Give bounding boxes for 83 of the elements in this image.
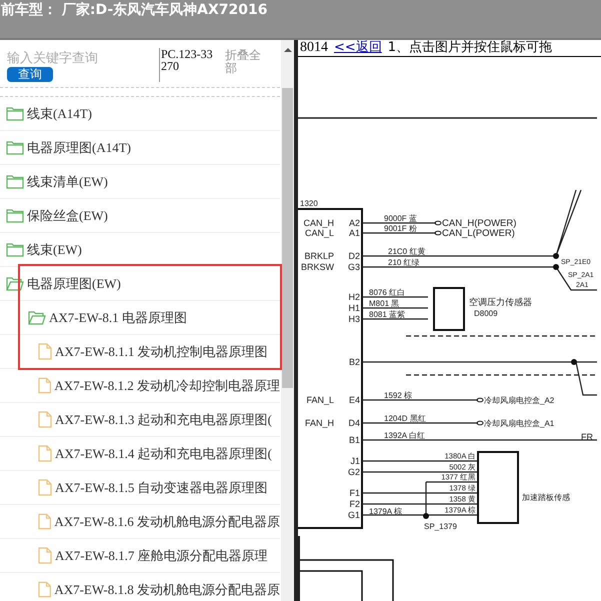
terminal-icon	[476, 420, 484, 426]
tree-item[interactable]: AX7-EW-8.1.8 发动机舱电源分配电器原	[0, 573, 280, 601]
back-link[interactable]: <<返回	[334, 40, 382, 56]
window-title: 前车型： 厂家:D-东风汽车风神AX72016	[0, 0, 268, 19]
diagram-label: 1392A 白红	[384, 431, 425, 440]
diagram-label: D8009	[474, 309, 498, 318]
wire-line	[362, 296, 428, 298]
diagram-label: 9001F 粉	[384, 224, 417, 233]
wire-line	[426, 481, 478, 483]
wire-line	[362, 307, 428, 309]
diagram-label: J1	[350, 456, 360, 466]
diagram-label: H2	[348, 292, 360, 302]
tree-item[interactable]: AX7-EW-8.1.2 发动机冷却控制电器原理	[0, 369, 280, 403]
diagram-label: 210 红绿	[388, 258, 420, 267]
diagram-label: 冷却风扇电控盒_A1	[484, 419, 554, 428]
diagram-label: G2	[348, 467, 360, 477]
tree-item[interactable]: AX7-EW-8.1.5 自动变速器电器原理图	[0, 471, 280, 505]
diagram-label: D4	[348, 418, 360, 428]
diagram-label: A2	[348, 218, 360, 228]
tree-item[interactable]: AX7-EW-8.1.7 座舱电源分配电器原理	[0, 539, 280, 573]
sensor-symbol	[433, 287, 465, 331]
diagram-label: CAN_L(POWER)	[442, 228, 515, 239]
diagram-label: B1	[348, 435, 360, 445]
diagram-label: 21C0 红黄	[388, 247, 426, 256]
diagram-label: 8076 红白	[369, 288, 406, 297]
document-icon	[38, 513, 52, 530]
diagram-label: F2	[349, 499, 360, 509]
diagram-label: 1592 棕	[384, 391, 412, 400]
diagram-label: 9000F 蓝	[384, 214, 417, 223]
diagram-label: 1320	[300, 199, 318, 208]
search-button[interactable]: 查询	[7, 67, 53, 82]
junction-dot	[571, 359, 577, 365]
tree-item[interactable]: AX7-EW-8.1 电器原理图	[0, 301, 280, 335]
diagram-label: BRKLP	[304, 251, 334, 261]
diagram-label: G3	[348, 262, 360, 272]
diagram-label: 1204D 黑红	[384, 414, 426, 423]
junction-dot	[553, 264, 559, 270]
diagram-label: 8081 蓝紫	[369, 310, 406, 319]
diagram-label: 空调压力传感器	[469, 297, 532, 307]
diagram-label: 冷却风扇电控盒_A2	[484, 396, 554, 405]
tree-item[interactable]: 线束(EW)	[0, 233, 280, 267]
tree-item[interactable]: AX7-EW-8.1.6 发动机舱电源分配电器原	[0, 505, 280, 539]
diagram-label: CAN_H	[303, 218, 334, 228]
drag-hint: 1、点击图片并按住鼠标可拖	[388, 40, 552, 56]
diagram-label: F1	[349, 488, 360, 498]
tree-item[interactable]: 电器原理图(A14T)	[0, 131, 280, 165]
scrollbar[interactable]	[281, 40, 294, 601]
diagram-label: A1	[348, 228, 360, 238]
diagram-label: SP_1379	[424, 522, 457, 531]
wire-line	[362, 318, 428, 320]
tree-item[interactable]: AX7-EW-8.1.4 起动和充电电器原理图(	[0, 437, 280, 471]
tree-item[interactable]: 保险丝盒(EW)	[0, 199, 280, 233]
tree-item[interactable]: AX7-EW-8.1.1 发动机控制电器原理图	[0, 335, 280, 369]
diagram-label: FAN_H	[304, 418, 334, 428]
diagram-label: CAN_H(POWER)	[442, 218, 516, 229]
tree-item[interactable]: AX7-EW-8.1.3 起动和充电电器原理图(	[0, 403, 280, 437]
page-code: 8014	[300, 40, 328, 56]
diagram-label: D2	[348, 251, 360, 261]
document-icon	[38, 343, 52, 360]
diagram-label: E4	[348, 395, 360, 405]
diagram-label: G1	[348, 510, 360, 520]
diagram-label: CAN_L	[304, 228, 334, 238]
document-icon	[38, 547, 52, 564]
diagram-label: B2	[348, 357, 360, 367]
document-icon	[38, 581, 52, 598]
document-icon	[38, 411, 52, 428]
diagram-label: H1	[348, 303, 360, 313]
tree-item[interactable]: 电器原理图(EW)	[0, 267, 280, 301]
document-icon	[38, 377, 52, 394]
junction-dot	[423, 513, 429, 519]
diagram-label: 加速踏板传感	[522, 493, 570, 502]
junction-dot	[553, 253, 559, 259]
diagram-label: H3	[348, 314, 360, 324]
diagram-label: FAN_L	[306, 395, 334, 405]
diagram-label: BRKSW	[300, 262, 334, 272]
document-icon	[38, 445, 52, 462]
tree-item[interactable]: 线束清单(EW)	[0, 165, 280, 199]
search-field[interactable]: 输入关键字查询	[7, 51, 147, 66]
document-icon	[38, 479, 52, 496]
document-code: PC.123-33270	[159, 48, 217, 82]
tree-item[interactable]: 线束(A14T)	[0, 97, 280, 131]
diagram-label: M801 黑	[369, 299, 400, 308]
terminal-icon	[476, 398, 484, 402]
